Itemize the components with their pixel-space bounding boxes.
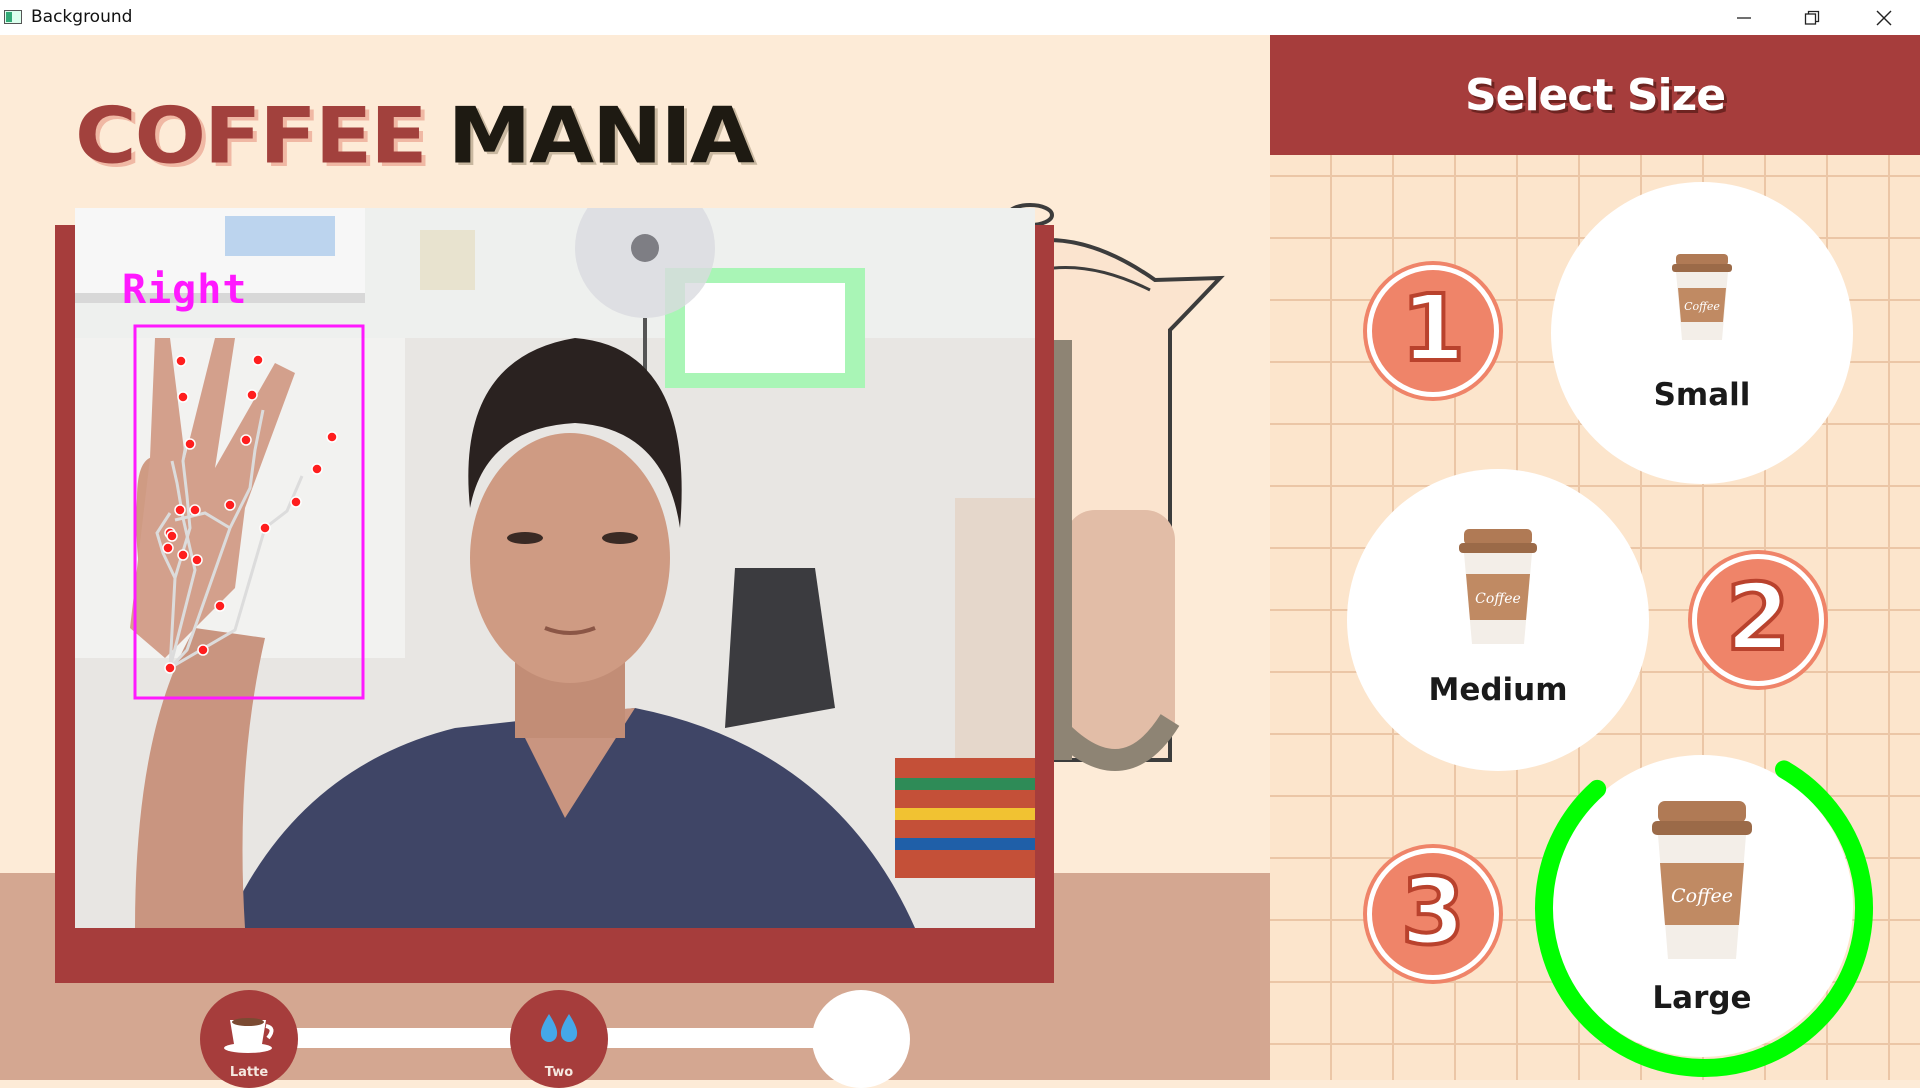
step-size-pending	[812, 990, 910, 1088]
step-latte: Latte	[200, 990, 298, 1088]
close-icon	[1876, 10, 1892, 25]
svg-text:Coffee: Coffee	[1684, 300, 1720, 313]
coffee-cup-icon	[224, 1018, 274, 1053]
logo-word-mania: MANIA	[447, 90, 755, 181]
camera-feed	[75, 208, 1035, 928]
water-drops-icon	[540, 1014, 578, 1042]
size-option-small[interactable]: Coffee Small	[1551, 182, 1853, 484]
close-button[interactable]	[1850, 0, 1918, 35]
panel-header: Select Size	[1270, 35, 1920, 155]
coffee-cup-icon: Coffee	[1672, 254, 1732, 340]
app-logo: COFFEE MANIA	[75, 97, 755, 174]
app-icon	[4, 10, 22, 24]
restore-icon	[1804, 10, 1820, 25]
svg-text:Coffee: Coffee	[1475, 591, 1521, 607]
coffee-cup-icon: Coffee	[1459, 529, 1537, 644]
step-label: Latte	[229, 1065, 269, 1080]
size-option-medium[interactable]: Coffee Medium	[1347, 469, 1649, 771]
number-badge-2: 2	[1692, 554, 1824, 686]
minimize-icon	[1737, 16, 1751, 19]
step-two: Two	[510, 990, 608, 1088]
panel-title: Select Size	[1464, 69, 1726, 121]
minimize-button[interactable]	[1710, 0, 1778, 35]
selection-progress-ring	[1535, 739, 1873, 1077]
window-title-bar: Background	[0, 0, 1920, 36]
hand-landmarks	[133, 324, 365, 700]
size-option-label: Small	[1653, 377, 1751, 413]
number-badge-1: 1	[1367, 265, 1499, 397]
logo-word-coffee: COFFEE	[75, 90, 428, 181]
step-label: Two	[544, 1065, 574, 1080]
restore-button[interactable]	[1778, 0, 1846, 35]
number-badge-3: 3	[1367, 848, 1499, 980]
size-option-label: Medium	[1428, 672, 1568, 708]
window-title: Background	[31, 7, 133, 27]
hand-side-label: Right	[122, 267, 248, 313]
